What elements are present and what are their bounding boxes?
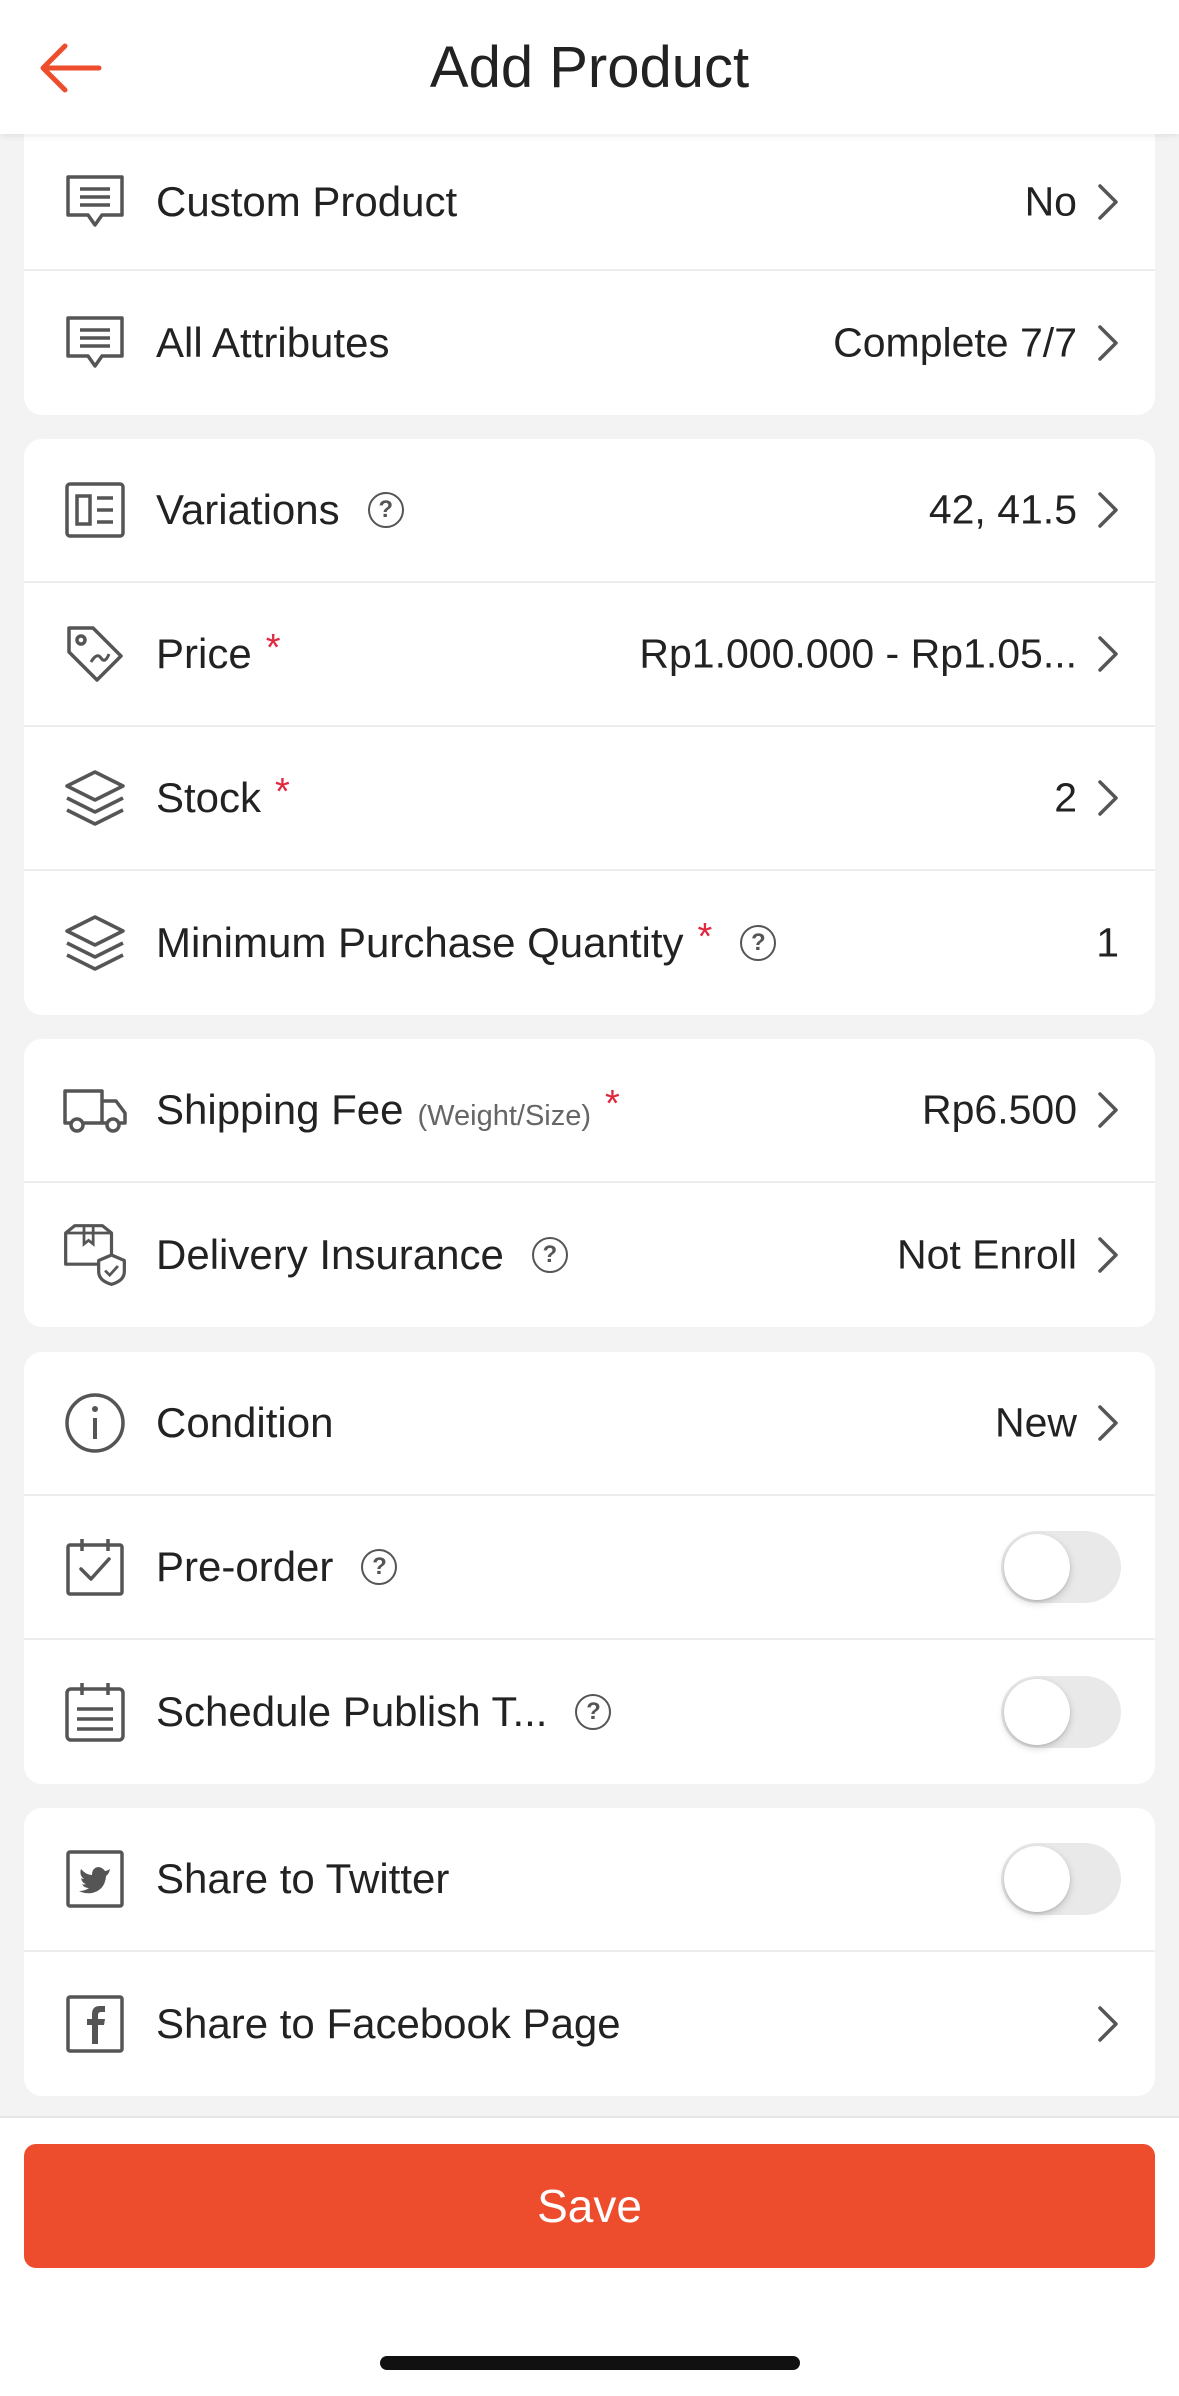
truck-icon [62, 1077, 128, 1143]
chevron-right-icon [1098, 183, 1118, 220]
row-value: 2 [1054, 774, 1077, 821]
required-marker: * [265, 626, 281, 669]
row-label: Condition [156, 1399, 334, 1446]
package-shield-icon [62, 1222, 128, 1288]
layers-icon [62, 910, 128, 976]
row-label-text: Variations [156, 486, 340, 533]
row-label: Share to Facebook Page [156, 2000, 621, 2047]
chevron-right-icon [1098, 1405, 1118, 1441]
home-indicator [380, 2356, 800, 2370]
chevron-right-icon [1098, 2006, 1118, 2042]
chevron-right-icon [1098, 325, 1118, 361]
layers-icon [62, 765, 128, 831]
row-price[interactable]: Price * Rp1.000.000 - Rp1.05... [24, 583, 1155, 727]
row-label: Custom Product [156, 177, 458, 225]
row-share-facebook[interactable]: Share to Facebook Page [24, 1952, 1155, 2096]
card-share: Share to Twitter Share to Facebook Page [24, 1808, 1155, 2096]
back-button[interactable] [30, 30, 110, 106]
row-label: Stock * [156, 770, 290, 822]
row-share-twitter: Share to Twitter [24, 1808, 1155, 1952]
row-label-text: Schedule Publish T... [156, 1688, 548, 1735]
chevron-right-icon [1098, 780, 1118, 816]
card-product-info: Custom Product No All Attributes Complet… [24, 134, 1155, 415]
row-label-text: Minimum Purchase Quantity [156, 919, 684, 966]
schedule-publish-toggle[interactable] [1001, 1676, 1121, 1748]
row-label: Share to Twitter [156, 1855, 450, 1902]
row-label-text: Shipping Fee [156, 1086, 404, 1133]
row-label: Minimum Purchase Quantity * ? [156, 915, 777, 967]
row-schedule-publish: Schedule Publish T... ? [24, 1640, 1155, 1784]
row-value: Not Enroll [896, 1231, 1077, 1278]
row-value: 1 [1096, 919, 1119, 966]
row-label-text: Delivery Insurance [156, 1231, 504, 1278]
save-button[interactable]: Save [24, 2144, 1155, 2268]
row-label-text: Price [156, 630, 252, 677]
facebook-icon [62, 1991, 128, 2057]
row-shipping-fee[interactable]: Shipping Fee (Weight/Size) * Rp6.500 [24, 1039, 1155, 1183]
row-stock[interactable]: Stock * 2 [24, 727, 1155, 871]
row-custom-product[interactable]: Custom Product No [24, 134, 1155, 271]
card-shipping: Shipping Fee (Weight/Size) * Rp6.500 Del… [24, 1039, 1155, 1327]
row-sublabel: (Weight/Size) [417, 1099, 592, 1132]
toggle-knob [1004, 1846, 1070, 1912]
card-other: Condition New Pre-order ? Schedule Publi… [24, 1352, 1155, 1784]
price-tag-icon [62, 621, 128, 687]
header-bar: Add Product [0, 0, 1179, 134]
row-label: Pre-order ? [156, 1543, 398, 1591]
row-label-text: Pre-order [156, 1543, 334, 1590]
variations-icon [62, 477, 128, 543]
row-label: Variations ? [156, 486, 404, 534]
help-icon[interactable]: ? [575, 1694, 612, 1730]
required-marker: * [697, 915, 713, 958]
help-icon[interactable]: ? [531, 1237, 568, 1273]
row-value: Rp6.500 [921, 1086, 1077, 1133]
pre-order-toggle[interactable] [1001, 1531, 1121, 1603]
row-label: Schedule Publish T... ? [156, 1688, 612, 1736]
chevron-right-icon [1098, 636, 1118, 672]
calendar-list-icon [62, 1679, 128, 1745]
row-minimum-purchase[interactable]: Minimum Purchase Quantity * ? 1 [24, 871, 1155, 1015]
note-icon [62, 310, 128, 376]
row-label: Delivery Insurance ? [156, 1231, 568, 1279]
help-icon[interactable]: ? [361, 1549, 398, 1585]
toggle-knob [1004, 1534, 1070, 1600]
row-label: Price * [156, 626, 281, 678]
twitter-icon [62, 1846, 128, 1912]
arrow-left-icon [40, 43, 102, 93]
row-value: Rp1.000.000 - Rp1.05... [639, 630, 1077, 677]
row-condition[interactable]: Condition New [24, 1352, 1155, 1496]
row-value: Complete 7/7 [833, 319, 1077, 366]
required-marker: * [275, 770, 290, 813]
help-icon[interactable]: ? [367, 492, 404, 528]
help-icon[interactable]: ? [740, 925, 777, 961]
row-value: New [994, 1399, 1077, 1446]
chevron-right-icon [1098, 1237, 1118, 1273]
row-label-text: Stock [156, 774, 262, 821]
page-title: Add Product [429, 34, 750, 100]
row-delivery-insurance[interactable]: Delivery Insurance ? Not Enroll [24, 1183, 1155, 1327]
row-value: No [1024, 178, 1077, 224]
calendar-check-icon [62, 1534, 128, 1600]
card-sales-info: Variations ? 42, 41.5 Price * Rp1.000.00… [24, 439, 1155, 1015]
row-variations[interactable]: Variations ? 42, 41.5 [24, 439, 1155, 583]
info-icon [62, 1390, 128, 1456]
share-twitter-toggle[interactable] [1001, 1843, 1121, 1915]
row-label: All Attributes [156, 319, 390, 366]
note-icon [62, 169, 128, 235]
row-pre-order: Pre-order ? [24, 1496, 1155, 1640]
form-scroll-area[interactable]: Custom Product No All Attributes Complet… [0, 134, 1179, 2116]
required-marker: * [605, 1082, 620, 1125]
toggle-knob [1004, 1679, 1070, 1745]
row-value: 42, 41.5 [928, 486, 1077, 533]
footer-bar: Save [0, 2116, 1179, 2396]
chevron-right-icon [1098, 492, 1118, 528]
row-all-attributes[interactable]: All Attributes Complete 7/7 [24, 271, 1155, 415]
chevron-right-icon [1098, 1092, 1118, 1128]
row-label: Shipping Fee (Weight/Size) * [156, 1082, 620, 1134]
